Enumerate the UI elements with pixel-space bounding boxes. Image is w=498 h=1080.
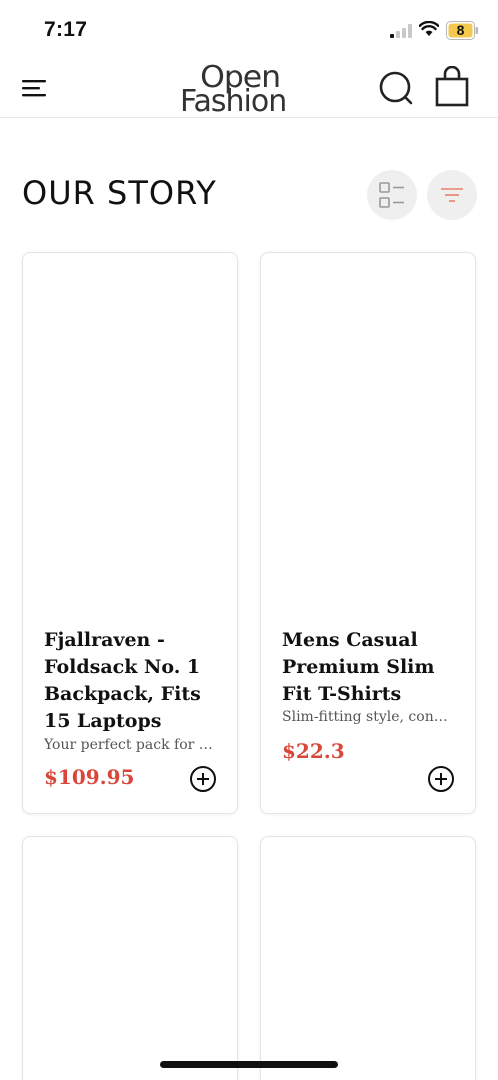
signal-icon: [390, 24, 412, 38]
product-description: Your perfect pack for everyday use and w…: [44, 737, 214, 753]
product-card[interactable]: Mens Casual Premium Slim Fit T-Shirts Sl…: [260, 252, 476, 814]
status-time: 7:17: [44, 18, 88, 41]
product-title: Mens Casual Premium Slim Fit T-Shirts: [282, 629, 435, 705]
list-view-icon: [379, 182, 404, 208]
add-to-cart-icon[interactable]: [427, 765, 455, 793]
battery-icon: 8: [446, 21, 478, 40]
home-indicator[interactable]: [160, 1061, 338, 1068]
app-logo[interactable]: Open Fashion: [180, 58, 320, 119]
product-card[interactable]: [22, 836, 238, 1080]
product-card[interactable]: Fjallraven - Foldsack No. 1 Backpack, Fi…: [22, 252, 238, 814]
filter-button[interactable]: [427, 170, 477, 220]
status-bar: 7:17 8: [0, 0, 498, 56]
product-image[interactable]: [23, 253, 237, 613]
product-description: Slim-fitting style, contrast raglan long…: [282, 709, 452, 725]
product-price: $22.3: [282, 739, 345, 763]
add-to-cart-icon[interactable]: [189, 765, 217, 793]
wifi-icon: [419, 21, 439, 36]
list-view-button[interactable]: [367, 170, 417, 220]
product-card[interactable]: [260, 836, 476, 1080]
product-image[interactable]: [261, 253, 475, 613]
product-title: Fjallraven - Foldsack No. 1 Backpack, Fi…: [44, 629, 201, 732]
page-title: OUR STORY: [22, 174, 217, 212]
product-image[interactable]: [261, 837, 475, 1077]
logo-line2: Fashion: [180, 84, 287, 119]
search-icon[interactable]: [376, 68, 416, 108]
shopping-bag-icon[interactable]: [432, 66, 472, 108]
filter-icon: [441, 188, 463, 202]
product-image[interactable]: [23, 837, 237, 1077]
app-header: Open Fashion: [0, 56, 498, 119]
battery-level: 8: [456, 22, 465, 38]
product-price: $109.95: [44, 765, 135, 789]
menu-icon[interactable]: [20, 76, 48, 100]
